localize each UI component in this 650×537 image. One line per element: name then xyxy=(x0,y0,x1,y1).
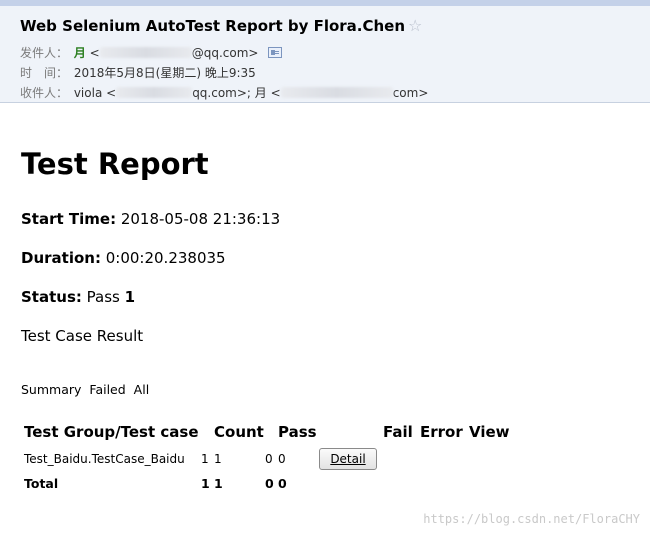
status-count: 1 xyxy=(124,288,136,306)
start-time-value: 2018-05-08 21:36:13 xyxy=(120,210,281,228)
start-time-label: Start Time: xyxy=(21,210,117,228)
email-header: Web Selenium AutoTest Report by Flora.Ch… xyxy=(0,6,650,103)
test-case-result-heading: Test Case Result xyxy=(21,327,144,345)
sender-name[interactable]: 月 xyxy=(74,46,86,60)
to-label: 收件人： xyxy=(20,86,69,100)
star-outline-icon[interactable]: ☆ xyxy=(408,16,422,35)
to-row: 收件人： viola < qq.com>; 月 < com> xyxy=(20,84,428,101)
status-field: Status: Pass 1 xyxy=(21,288,135,306)
email-subject: Web Selenium AutoTest Report by Flora.Ch… xyxy=(20,16,422,35)
recipient-name-1[interactable]: viola xyxy=(74,86,102,100)
recipient-address-2: < com> xyxy=(271,86,429,100)
column-header-count: Count xyxy=(214,423,264,441)
start-time-field: Start Time: 2018-05-08 21:36:13 xyxy=(21,210,280,228)
time-value: 2018年5月8日(星期二) 晚上9:35 xyxy=(73,66,256,80)
from-row: 发件人： 月 < @qq.com> xyxy=(20,44,283,61)
sender-address: < @qq.com> xyxy=(90,46,259,60)
row-error: 0 xyxy=(278,452,286,466)
row-pass: 1 xyxy=(214,452,222,466)
total-fail: 0 xyxy=(265,476,274,491)
total-count: 1 xyxy=(201,476,210,491)
column-header-pass: Pass xyxy=(278,423,317,441)
duration-label: Duration: xyxy=(21,249,101,267)
detail-button[interactable]: Detail xyxy=(319,448,377,470)
page-title: Test Report xyxy=(21,147,209,181)
row-count: 1 xyxy=(201,452,209,466)
column-header-fail: Fail xyxy=(383,423,413,441)
result-filter-links: Summary Failed All xyxy=(21,382,153,397)
duration-field: Duration: 0:00:20.238035 xyxy=(21,249,226,267)
redacted-address xyxy=(99,47,192,58)
recipient-address-1: < qq.com>; xyxy=(106,86,251,100)
recipient-name-2[interactable]: 月 xyxy=(255,86,267,100)
redacted-address xyxy=(116,87,193,98)
subject-text: Web Selenium AutoTest Report by Flora.Ch… xyxy=(20,17,406,35)
filter-failed-link[interactable]: Failed xyxy=(89,382,125,397)
filter-all-link[interactable]: All xyxy=(134,382,150,397)
recipient-address-1-suffix: qq.com>; xyxy=(192,86,251,100)
recipient-address-1-open: < xyxy=(106,86,117,100)
total-label: Total xyxy=(24,476,59,491)
from-label: 发件人： xyxy=(20,46,69,60)
row-fail: 0 xyxy=(265,452,273,466)
report-header: Test Report xyxy=(21,144,631,184)
recipient-address-2-suffix: com> xyxy=(392,86,429,100)
watermark: https://blog.csdn.net/FloraCHY xyxy=(423,512,640,526)
recipient-address-2-open: < xyxy=(270,86,281,100)
total-pass: 1 xyxy=(214,476,223,491)
time-row: 时 间： 2018年5月8日(星期二) 晚上9:35 xyxy=(20,64,256,81)
sender-address-open: < xyxy=(89,46,100,60)
column-header-test-case: Test Group/Test case xyxy=(24,423,199,441)
filter-summary-link[interactable]: Summary xyxy=(21,382,81,397)
time-label: 时 间： xyxy=(20,66,69,80)
column-header-error: Error xyxy=(420,423,463,441)
status-label: Status: xyxy=(21,288,82,306)
column-header-view: View xyxy=(469,423,510,441)
test-case-name: Test_Baidu.TestCase_Baidu xyxy=(24,452,185,466)
total-error: 0 xyxy=(278,476,287,491)
redacted-address xyxy=(280,87,393,98)
contact-card-icon[interactable] xyxy=(268,47,283,58)
status-value: Pass xyxy=(86,288,120,306)
duration-value: 0:00:20.238035 xyxy=(105,249,226,267)
sender-address-suffix: @qq.com> xyxy=(191,46,259,60)
